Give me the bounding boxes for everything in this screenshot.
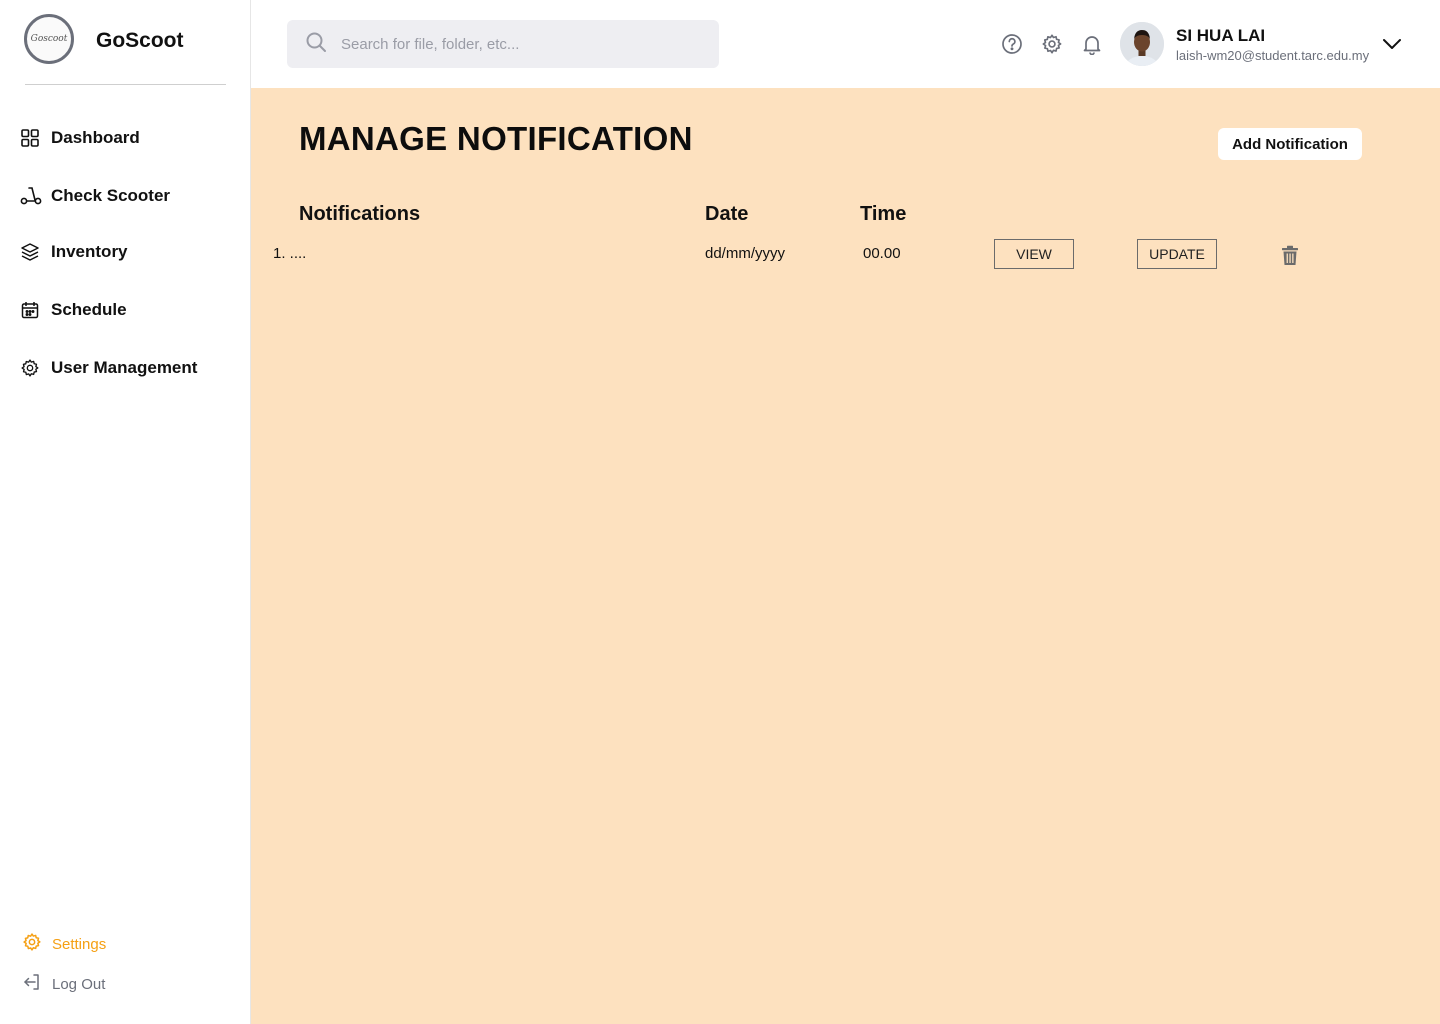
- logout-label: Log Out: [52, 976, 106, 993]
- settings-link[interactable]: Settings: [22, 932, 106, 957]
- view-button[interactable]: VIEW: [994, 239, 1074, 269]
- sidebar-item-label: Dashboard: [51, 128, 140, 147]
- gear-icon: [20, 357, 46, 379]
- page-title: MANAGE NOTIFICATION: [299, 120, 693, 157]
- bell-icon[interactable]: [1080, 32, 1104, 56]
- user-email: laish-wm20@student.tarc.edu.my: [1176, 48, 1370, 63]
- add-notification-button[interactable]: Add Notification: [1218, 128, 1362, 160]
- notification-time: 00.00: [863, 245, 901, 262]
- brand-divider: [25, 84, 226, 85]
- sidebar-item-label: Check Scooter: [51, 186, 171, 205]
- logout-icon: [22, 972, 42, 997]
- user-name: SI HUA LAI: [1176, 26, 1266, 45]
- column-header-notifications: Notifications: [299, 203, 421, 225]
- column-header-date: Date: [705, 203, 749, 225]
- notification-text: 1. ....: [273, 245, 307, 262]
- brand-logo: Goscoot: [24, 14, 74, 64]
- sidebar-item-user-management[interactable]: User Management: [20, 357, 197, 379]
- settings-gear-icon[interactable]: [1040, 32, 1064, 56]
- sidebar-item-schedule[interactable]: Schedule: [20, 299, 127, 321]
- trash-icon[interactable]: [1280, 244, 1300, 266]
- brand-name: GoScoot: [96, 29, 184, 52]
- help-icon[interactable]: [1000, 32, 1024, 56]
- chevron-down-icon[interactable]: [1380, 32, 1404, 56]
- scooter-icon: [20, 185, 46, 207]
- sidebar: Goscoot GoScoot Dashboard Check Scooter …: [0, 0, 251, 1024]
- logout-link[interactable]: Log Out: [22, 972, 105, 997]
- sidebar-item-label: User Management: [51, 358, 198, 377]
- calendar-icon: [20, 299, 46, 321]
- avatar[interactable]: [1120, 22, 1164, 66]
- brand[interactable]: Goscoot GoScoot: [24, 14, 184, 64]
- update-button[interactable]: UPDATE: [1137, 239, 1217, 269]
- search-input[interactable]: [341, 35, 691, 53]
- sidebar-item-label: Schedule: [51, 300, 127, 319]
- sidebar-item-dashboard[interactable]: Dashboard: [20, 127, 140, 149]
- brand-logo-text: Goscoot: [30, 34, 68, 44]
- settings-label: Settings: [52, 936, 107, 953]
- main-content: MANAGE NOTIFICATION Add Notification Not…: [251, 88, 1440, 1024]
- grid-icon: [20, 127, 46, 149]
- sidebar-item-label: Inventory: [51, 242, 128, 261]
- sidebar-item-check-scooter[interactable]: Check Scooter: [20, 185, 170, 207]
- box-icon: [20, 241, 46, 263]
- notification-date: dd/mm/yyyy: [705, 245, 786, 262]
- sidebar-item-inventory[interactable]: Inventory: [20, 241, 128, 263]
- search-bar[interactable]: [287, 20, 719, 68]
- settings-icon: [22, 932, 42, 957]
- search-icon: [305, 31, 327, 58]
- top-bar: SI HUA LAI laish-wm20@student.tarc.edu.m…: [251, 0, 1440, 88]
- column-header-time: Time: [860, 203, 907, 225]
